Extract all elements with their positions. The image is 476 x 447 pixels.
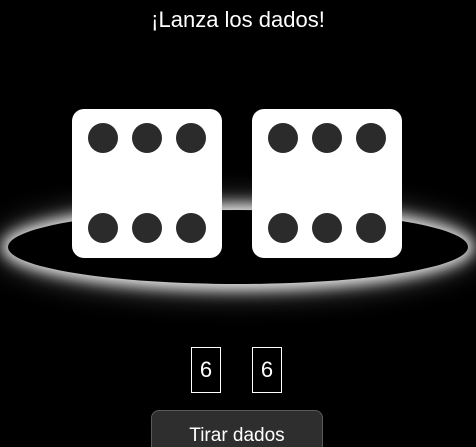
die-1-pip (88, 213, 118, 243)
die-2-pip (268, 123, 298, 153)
die-2-pip (356, 123, 386, 153)
page-title: ¡Lanza los dados! (151, 7, 325, 32)
die-1 (72, 109, 222, 258)
die-1-result: 6 (191, 347, 221, 393)
die-2-pip (356, 213, 386, 243)
die-1-pip (132, 213, 162, 243)
die-1-pip (176, 123, 206, 153)
die-1-pip (176, 213, 206, 243)
die-1-pip (132, 123, 162, 153)
die-2-pip (312, 123, 342, 153)
die-2-pip (268, 213, 298, 243)
die-2-pip (312, 213, 342, 243)
roll-dice-button[interactable]: Tirar dados (151, 410, 323, 447)
die-1-pip (88, 123, 118, 153)
dice-game-stage: ¡Lanza los dados! 6 6 Tirar dados (0, 0, 476, 447)
die-2 (252, 109, 402, 258)
die-2-result: 6 (252, 347, 282, 393)
